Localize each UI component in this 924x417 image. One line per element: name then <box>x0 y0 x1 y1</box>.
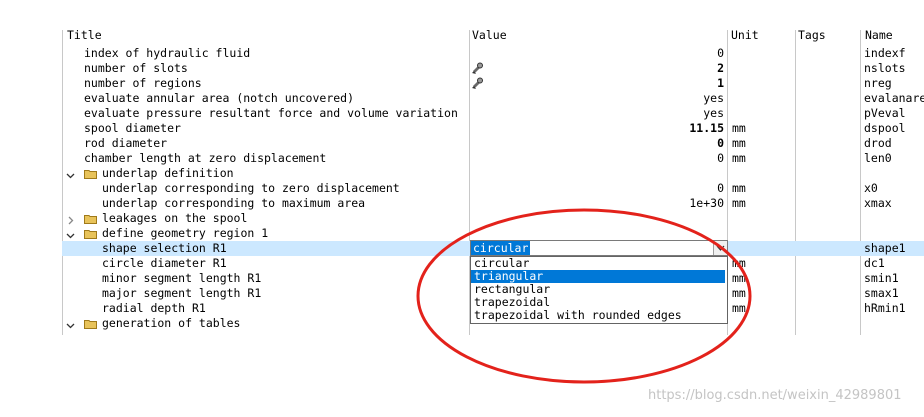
group-row-underlap[interactable]: underlap definition <box>62 166 924 181</box>
group-title: underlap definition <box>102 166 234 180</box>
param-title: radial depth R1 <box>102 301 206 315</box>
param-name: smax1 <box>864 286 899 300</box>
column-header-value[interactable]: Value <box>472 28 507 42</box>
param-title: number of slots <box>84 61 188 75</box>
param-title: major segment length R1 <box>102 286 262 300</box>
param-title: rod diameter <box>84 136 168 150</box>
param-title: evaluate annular area (notch uncovered) <box>84 91 355 105</box>
param-name: len0 <box>864 151 892 165</box>
parameter-row[interactable]: chamber length at zero displacement 0 mm… <box>62 151 924 166</box>
param-title: spool diameter <box>84 121 181 135</box>
param-value[interactable]: yes <box>474 106 724 121</box>
param-value[interactable]: 11.15 <box>474 121 724 136</box>
chevron-right-icon[interactable] <box>66 214 75 225</box>
parameter-row[interactable]: evaluate annular area (notch uncovered) … <box>62 91 924 106</box>
column-header-name[interactable]: Name <box>865 28 893 42</box>
param-value[interactable]: 2 <box>474 61 724 76</box>
param-name: smin1 <box>864 271 899 285</box>
param-value[interactable]: 0 <box>474 181 724 196</box>
parameter-row[interactable]: number of regions 1 nreg <box>62 76 924 91</box>
param-unit: mm <box>732 136 746 150</box>
param-name: dspool <box>864 121 906 135</box>
param-unit: mm <box>732 151 746 165</box>
param-name: xmax <box>864 196 892 210</box>
parameter-row[interactable]: spool diameter 11.15 mm dspool <box>62 121 924 136</box>
param-value[interactable]: 0 <box>474 151 724 166</box>
param-name: indexf <box>864 46 906 60</box>
param-unit: mm <box>732 181 746 195</box>
folder-icon <box>84 168 97 179</box>
column-header-unit[interactable]: Unit <box>731 28 759 42</box>
parameter-row[interactable]: index of hydraulic fluid 0 indexf <box>62 46 924 61</box>
parameter-row[interactable]: evaluate pressure resultant force and vo… <box>62 106 924 121</box>
param-name: evalanare <box>864 91 924 105</box>
parameter-row[interactable]: underlap corresponding to zero displacem… <box>62 181 924 196</box>
param-name: nslots <box>864 61 906 75</box>
param-title: index of hydraulic fluid <box>84 46 251 60</box>
param-value[interactable]: 1 <box>474 76 724 91</box>
param-name: x0 <box>864 181 878 195</box>
chevron-down-icon[interactable] <box>66 229 75 239</box>
param-title: minor segment length R1 <box>102 271 262 285</box>
column-header-tags[interactable]: Tags <box>798 28 826 42</box>
folder-icon <box>84 213 97 224</box>
parameter-row[interactable]: rod diameter 0 mm drod <box>62 136 924 151</box>
param-name: shape1 <box>864 241 906 255</box>
param-name: drod <box>864 136 892 150</box>
folder-icon <box>84 228 97 239</box>
param-title: evaluate pressure resultant force and vo… <box>84 106 458 120</box>
param-title: underlap corresponding to maximum area <box>102 196 366 210</box>
param-name: hRmin1 <box>864 301 906 315</box>
group-title: generation of tables <box>102 316 241 330</box>
param-unit: mm <box>732 121 746 135</box>
param-title: underlap corresponding to zero displacem… <box>102 181 400 195</box>
param-name: pVeval <box>864 106 906 120</box>
group-title: leakages on the spool <box>102 211 248 225</box>
folder-icon <box>84 318 97 329</box>
param-title: circle diameter R1 <box>102 256 227 270</box>
param-title: number of regions <box>84 76 202 90</box>
annotation-ellipse <box>416 208 752 384</box>
param-name: nreg <box>864 76 892 90</box>
param-name: dc1 <box>864 256 885 270</box>
group-title: define geometry region 1 <box>102 226 269 240</box>
chevron-down-icon[interactable] <box>66 169 75 179</box>
chevron-down-icon[interactable] <box>66 319 75 329</box>
parameter-row[interactable]: number of slots 2 nslots <box>62 61 924 76</box>
param-value[interactable]: 0 <box>474 46 724 61</box>
param-title: chamber length at zero displacement <box>84 151 327 165</box>
column-header-title[interactable]: Title <box>67 28 102 42</box>
param-title: shape selection R1 <box>102 241 227 255</box>
param-value[interactable]: yes <box>474 91 724 106</box>
param-value[interactable]: 0 <box>474 136 724 151</box>
watermark: https://blog.csdn.net/weixin_42989801 <box>648 388 902 403</box>
